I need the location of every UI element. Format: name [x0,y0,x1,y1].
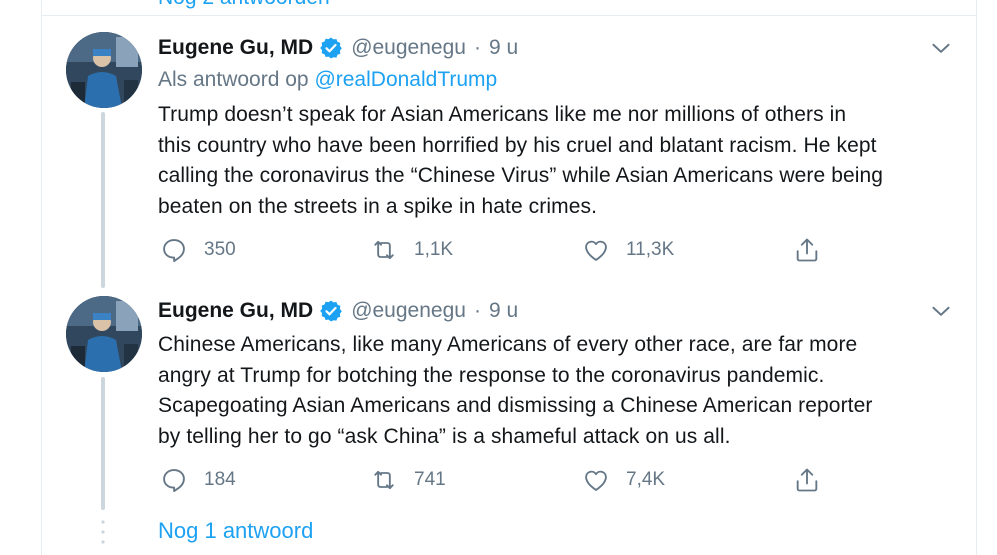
tweet-text-line: by telling her to go “ask China” is a sh… [158,424,731,448]
retweet-count: 741 [414,469,446,490]
retweet-button[interactable]: 741 [370,465,446,495]
tweet-text-line: angry at Trump for botching the response… [158,363,825,387]
thread-continuation-dots [101,520,105,544]
reply-prefix: Als antwoord op [158,68,309,91]
timestamp[interactable]: 9 u [489,299,518,323]
separator-dot: · [473,299,481,322]
separator-dot: · [473,36,481,59]
tweet-text-line: calling the coronavirus the “Chinese Vir… [158,164,884,187]
avatar[interactable] [66,296,142,372]
retweet-icon [374,470,394,490]
tweet-text-line: this country who have been horrified by … [158,133,877,157]
thread-line [101,112,105,288]
timestamp[interactable]: 9 u [489,36,518,60]
author-name[interactable]: Eugene Gu, MD [158,36,313,60]
tweet-header: Eugene Gu, MD @eugenegu · 9 u [158,33,518,63]
verified-badge-icon [320,300,342,322]
reply-icon [163,469,185,493]
retweet-count: 1,1K [414,239,454,260]
tweet-text-line: Chinese Americans, like many Americans o… [158,333,858,356]
retweet-icon [374,240,394,260]
share-button[interactable] [793,235,821,265]
show-more-replies-link[interactable]: Nog 1 antwoord [158,518,313,544]
tweet-header: Eugene Gu, MD @eugenegu · 9 u [158,296,518,326]
thread-line [101,377,105,510]
tweet-text-line: beaten on the streets in a spike in hate… [158,194,598,218]
reply-count: 184 [204,469,236,490]
reply-count: 350 [204,239,236,260]
tweet-text: Trump doesn’t speak for Asian Americans … [158,100,958,222]
chevron-down-icon[interactable] [928,35,954,61]
retweet-button[interactable]: 1,1K [370,235,453,265]
show-more-replies-link-top[interactable]: Nog 2 antwoorden [158,0,330,10]
share-icon [796,468,818,492]
like-button[interactable]: 11,3K [582,235,674,265]
like-count: 7,4K [626,469,666,490]
verified-badge-icon [320,37,342,59]
reply-mention-link[interactable]: @realDonaldTrump [314,68,497,91]
tweet-text-line: Scapegoating Asian Americans and dismiss… [158,394,873,417]
like-icon [585,240,607,261]
like-button[interactable]: 7,4K [582,465,665,495]
author-handle[interactable]: @eugenegu [351,299,466,323]
reply-context: Als antwoord op @realDonaldTrump [158,68,497,92]
reply-icon [163,239,185,263]
share-icon [796,238,818,262]
reply-button[interactable]: 184 [160,465,236,495]
reply-button[interactable]: 350 [160,235,236,265]
share-button[interactable] [793,465,821,495]
chevron-down-icon[interactable] [928,298,954,324]
author-handle[interactable]: @eugenegu [351,36,466,60]
like-icon [585,470,607,491]
divider [41,15,977,16]
tweet-text-line: Trump doesn’t speak for Asian Americans … [158,103,847,126]
author-name[interactable]: Eugene Gu, MD [158,299,313,323]
like-count: 11,3K [626,239,675,260]
avatar[interactable] [66,32,142,108]
tweet-text: Chinese Americans, like many Americans o… [158,330,958,452]
